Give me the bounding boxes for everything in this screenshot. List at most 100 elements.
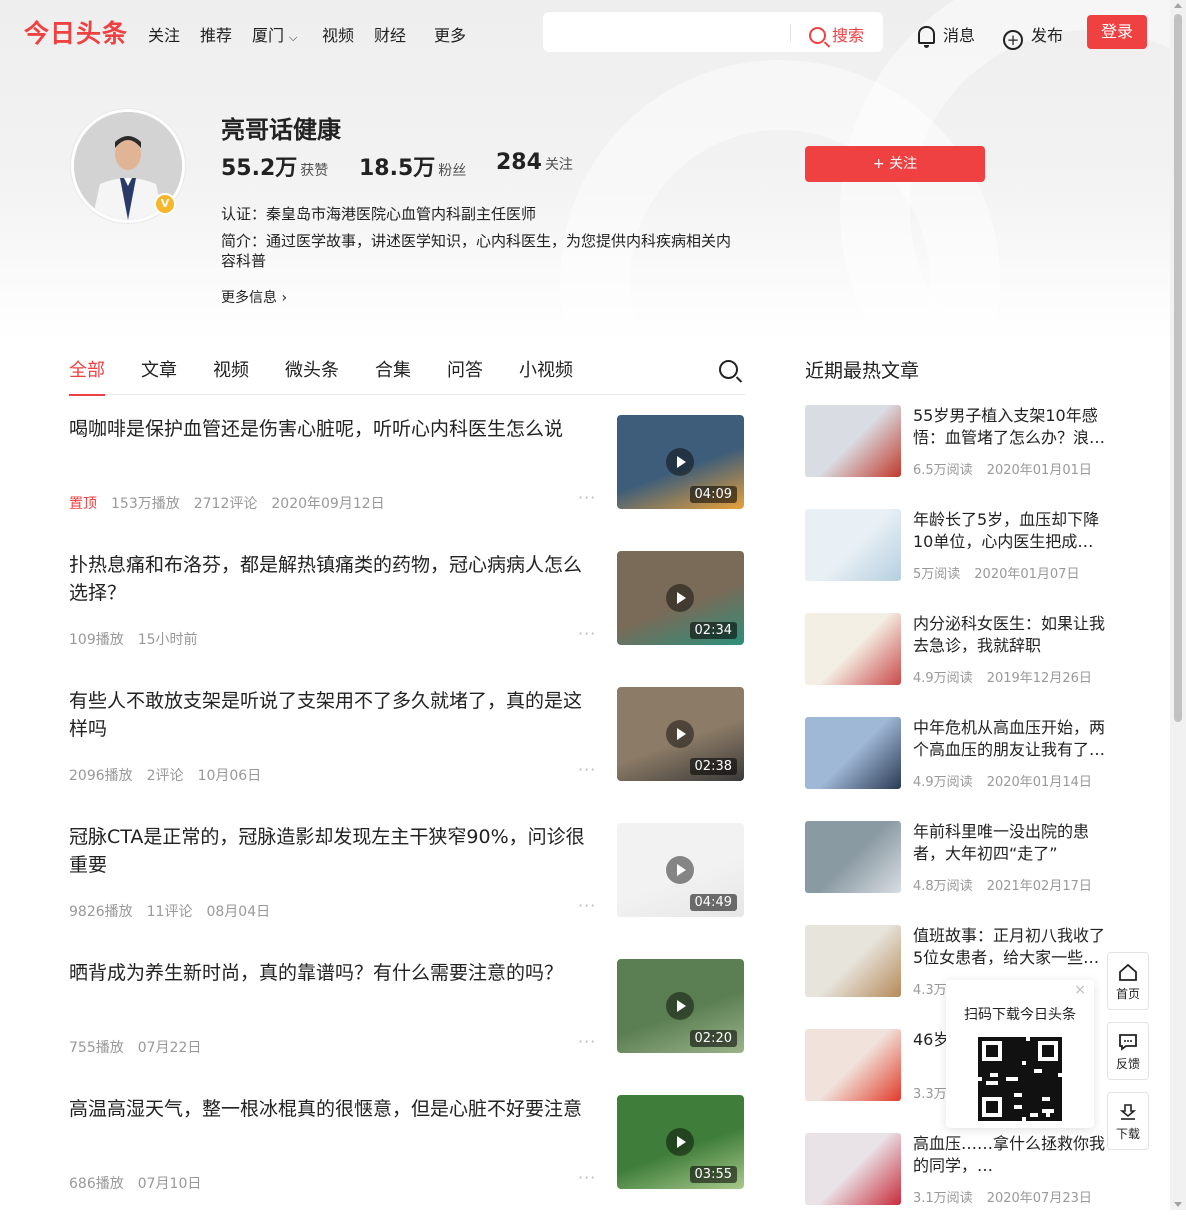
follow-button[interactable]: + 关注 [805, 146, 985, 182]
feed-item[interactable]: 喝咖啡是保护血管还是伤害心脏呢，听听心内科医生怎么说 置顶 153万播放 2712评论… [69, 415, 745, 535]
video-thumbnail[interactable]: 02:38 [617, 687, 744, 781]
video-thumbnail[interactable]: 04:49 [617, 823, 744, 917]
comment-count[interactable]: 2评论 [147, 768, 184, 784]
scroll-down-arrow-icon[interactable] [1174, 1202, 1182, 1207]
fans-label: 粉丝 [438, 163, 467, 179]
article-date: 2020年01月07日 [974, 567, 1080, 582]
following-stat[interactable]: 284 关注 [496, 150, 573, 175]
more-options-icon[interactable]: ··· [578, 488, 596, 507]
publish-date: 07月22日 [137, 1040, 202, 1056]
read-count: 5万阅读 [913, 567, 961, 582]
following-label: 关注 [544, 157, 573, 173]
article-thumbnail[interactable] [805, 509, 901, 581]
article-thumbnail[interactable] [805, 717, 901, 789]
more-options-icon[interactable]: ··· [578, 624, 596, 643]
feed-item-title[interactable]: 有些人不敢放支架是听说了支架用不了多久就堵了，真的是这样吗 [69, 687, 599, 743]
feed-item[interactable]: 晒背成为养生新时尚，真的靠谱吗？有什么需要注意的吗？ 755播放 07月22日 ···… [69, 959, 745, 1079]
article-title[interactable]: 值班故事：正月初八我收了5位女患者，给大家一些… [913, 925, 1108, 969]
scroll-up-arrow-icon[interactable] [1174, 3, 1182, 8]
feed-item-meta: 686播放 07月10日 [69, 1173, 215, 1193]
more-options-icon[interactable]: ··· [578, 1032, 596, 1051]
hot-article-item[interactable]: 年前科里唯一没出院的患者，大年初四“走了” 4.8万阅读 2021年02月17日 [805, 821, 1115, 901]
article-thumbnail[interactable] [805, 925, 901, 997]
nav-item-more[interactable]: 更多 [434, 22, 466, 46]
tab-collections[interactable]: 合集 [375, 356, 411, 382]
close-icon[interactable]: × [1074, 982, 1086, 998]
hot-article-item[interactable]: 中年危机从高血压开始，两个高血压的朋友让我有了… 4.9万阅读 2020年01月14… [805, 717, 1115, 797]
article-meta: 3.1万阅读 2020年07月23日 [913, 1187, 1106, 1206]
search-input[interactable] [553, 20, 787, 46]
download-button[interactable]: 下载 [1107, 1092, 1149, 1150]
video-thumbnail[interactable]: 04:09 [617, 415, 744, 509]
fans-count: 18.5万 [359, 156, 436, 181]
more-options-icon[interactable]: ··· [578, 1168, 596, 1187]
feed-item[interactable]: 有些人不敢放支架是听说了支架用不了多久就堵了，真的是这样吗 2096播放 2评论 10… [69, 687, 745, 807]
more-info-link[interactable]: 更多信息 › [221, 287, 287, 307]
article-date: 2021年02月17日 [986, 879, 1092, 894]
article-title[interactable]: 中年危机从高血压开始，两个高血压的朋友让我有了… [913, 717, 1108, 761]
feed-item-title[interactable]: 高温高湿天气，整一根冰棍真的很惬意，但是心脏不好要注意 [69, 1095, 599, 1123]
scrollbar-thumb[interactable] [1174, 14, 1182, 722]
tab-articles[interactable]: 文章 [141, 356, 177, 382]
video-thumbnail[interactable]: 02:20 [617, 959, 744, 1053]
publish-date: 15小时前 [137, 632, 198, 648]
tab-all[interactable]: 全部 [69, 356, 105, 396]
hot-article-item[interactable]: 高血压……拿什么拯救你我的同学，… 3.1万阅读 2020年07月23日 [805, 1133, 1115, 1213]
feed-item[interactable]: 扑热息痛和布洛芬，都是解热镇痛类的药物，冠心病病人怎么选择？ 109播放 15小时前… [69, 551, 745, 671]
article-thumbnail[interactable] [805, 1029, 901, 1101]
read-count: 3.1万阅读 [913, 1191, 973, 1206]
article-title[interactable]: 年龄长了5岁，血压却下降10单位，心内医生把成… [913, 509, 1108, 553]
home-button[interactable]: 首页 [1107, 952, 1149, 1010]
comment-count[interactable]: 2712评论 [194, 496, 258, 512]
tab-short-videos[interactable]: 小视频 [519, 356, 573, 382]
article-title[interactable]: 年前科里唯一没出院的患者，大年初四“走了” [913, 821, 1108, 865]
video-thumbnail[interactable]: 03:55 [617, 1095, 744, 1189]
article-date: 2020年01月01日 [986, 463, 1092, 478]
nav-item-recommend[interactable]: 推荐 [200, 22, 232, 46]
page-scrollbar[interactable] [1170, 0, 1186, 1210]
article-thumbnail[interactable] [805, 1133, 901, 1205]
play-icon [666, 856, 694, 884]
tab-videos[interactable]: 视频 [213, 356, 249, 382]
feedback-button[interactable]: 反馈 [1107, 1022, 1149, 1080]
article-title[interactable]: 内分泌科女医生：如果让我去急诊，我就辞职 [913, 613, 1108, 657]
article-thumbnail[interactable] [805, 405, 901, 477]
feed-item-title[interactable]: 冠脉CTA是正常的，冠脉造影却发现左主干狭窄90%，问诊很重要 [69, 823, 599, 879]
feed-item[interactable]: 冠脉CTA是正常的，冠脉造影却发现左主干狭窄90%，问诊很重要 9826播放 11评… [69, 823, 745, 943]
play-count: 109播放 [69, 632, 124, 648]
publish-label: 发布 [1031, 26, 1064, 45]
hot-article-item[interactable]: 年龄长了5岁，血压却下降10单位，心内医生把成… 5万阅读 2020年01月07日 [805, 509, 1115, 589]
publish-button[interactable]: + 发布 [1003, 22, 1063, 50]
tab-qa[interactable]: 问答 [447, 356, 483, 382]
feed-item-title[interactable]: 晒背成为养生新时尚，真的靠谱吗？有什么需要注意的吗？ [69, 959, 599, 987]
feed-item-title[interactable]: 扑热息痛和布洛芬，都是解热镇痛类的药物，冠心病病人怎么选择？ [69, 551, 599, 607]
article-thumbnail[interactable] [805, 821, 901, 893]
nav-item-follow[interactable]: 关注 [148, 22, 180, 46]
plus-circle-icon: + [1003, 30, 1023, 50]
login-button[interactable]: 登录 [1087, 15, 1147, 49]
tab-micro-posts[interactable]: 微头条 [285, 356, 339, 382]
feed-item[interactable]: 高温高湿天气，整一根冰棍真的很惬意，但是心脏不好要注意 686播放 07月10日 ··… [69, 1095, 745, 1215]
more-options-icon[interactable]: ··· [578, 760, 596, 779]
messages-button[interactable]: 消息 [918, 22, 975, 48]
fans-stat[interactable]: 18.5万 粉丝 [359, 150, 466, 182]
hot-article-item[interactable]: 内分泌科女医生：如果让我去急诊，我就辞职 4.9万阅读 2019年12月26日 [805, 613, 1115, 693]
article-title[interactable]: 高血压……拿什么拯救你我的同学，… [913, 1133, 1108, 1177]
search-button[interactable]: 搜索 [809, 22, 864, 46]
feed-item-meta: 109播放 15小时前 [69, 629, 212, 649]
article-title[interactable]: 55岁男子植入支架10年感悟：血管堵了怎么办？浪… [913, 405, 1108, 449]
hot-article-item[interactable]: 55岁男子植入支架10年感悟：血管堵了怎么办？浪… 6.5万阅读 2020年01月0… [805, 405, 1115, 485]
nav-item-finance[interactable]: 财经 [374, 22, 406, 46]
more-info-label: 更多信息 [221, 290, 277, 306]
nav-item-city[interactable]: 厦门 ⌵ [252, 22, 297, 46]
article-thumbnail[interactable] [805, 613, 901, 685]
video-thumbnail[interactable]: 02:34 [617, 551, 744, 645]
toutiao-logo[interactable]: 今日头条 [24, 14, 128, 50]
feed-item-title[interactable]: 喝咖啡是保护血管还是伤害心脏呢，听听心内科医生怎么说 [69, 415, 599, 443]
nav-item-video[interactable]: 视频 [322, 22, 354, 46]
play-count: 686播放 [69, 1176, 124, 1192]
tab-search-button[interactable] [719, 360, 744, 380]
comment-count[interactable]: 11评论 [147, 904, 193, 920]
search-icon [719, 360, 738, 379]
more-options-icon[interactable]: ··· [578, 896, 596, 915]
